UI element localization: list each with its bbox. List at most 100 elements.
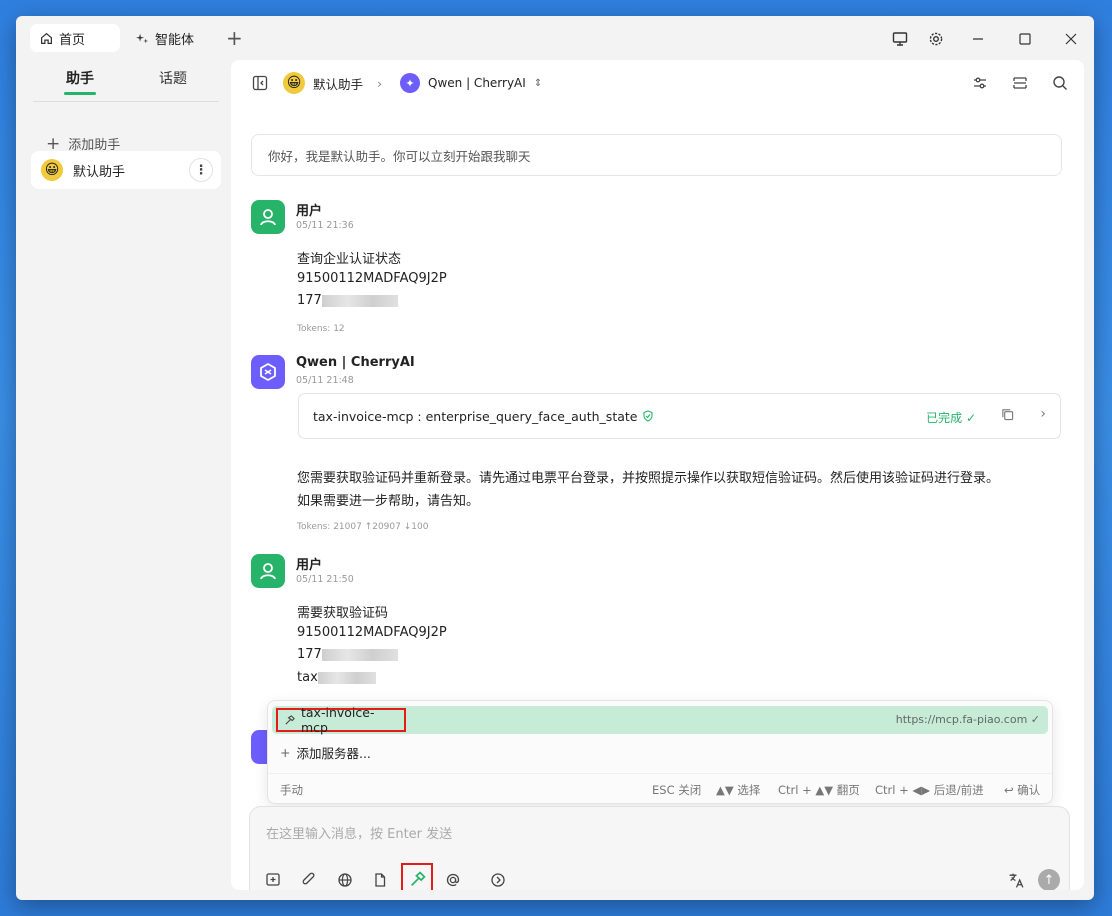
title-bar: 首页 智能体 + — [16, 16, 1094, 60]
add-server-button[interactable]: + 添加服务器... — [280, 743, 371, 762]
file-icon[interactable] — [369, 869, 391, 890]
qwen-logo-icon: ✦ — [400, 73, 421, 93]
user-avatar-icon — [251, 554, 285, 588]
hint-esc: ESC 关闭 — [652, 783, 702, 797]
tab-assistant[interactable]: 助手 — [64, 68, 96, 95]
more-icon[interactable]: ⋮ — [189, 158, 213, 182]
mode-label: 手动 — [280, 783, 303, 797]
redacted-block — [321, 648, 398, 661]
token-count: Tokens: 12 — [297, 324, 345, 334]
forward-circle-icon[interactable] — [487, 869, 509, 890]
mcp-server-popup: tax-invoice-mcp https://mcp.fa-piao.com … — [267, 700, 1053, 804]
chat-topbar: 😀 默认助手 › ✦ Qwen | CherryAI ⇕ — [231, 60, 1084, 106]
hint-confirm: ↩ 确认 — [1004, 783, 1041, 797]
tab-home[interactable]: 首页 — [30, 24, 120, 52]
add-tab-button[interactable]: + — [226, 28, 243, 48]
token-count: Tokens: 21007 ↑20907 ↓100 — [297, 522, 429, 532]
message-time: 05/11 21:48 — [296, 375, 354, 386]
plus-icon: + — [46, 133, 61, 154]
hint-select: ▲▼ 选择 — [716, 783, 761, 797]
qwen-avatar-icon — [251, 355, 285, 389]
message-input-box[interactable]: 在这里输入消息，按 Enter 发送 ↑ — [249, 806, 1070, 890]
breadcrumb: 😀 默认助手 › ✦ Qwen | CherryAI ⇕ — [283, 72, 542, 94]
sidebar-toggle-icon[interactable] — [249, 72, 271, 94]
tab-home-label: 首页 — [59, 32, 86, 48]
paperclip-icon[interactable] — [298, 869, 320, 890]
tool-call-card[interactable]: tax-invoice-mcp : enterprise_query_face_… — [298, 393, 1061, 439]
user-avatar-icon — [251, 200, 285, 234]
message-text: 查询企业认证状态 — [297, 252, 402, 267]
message-text: 需要获取验证码 — [297, 606, 389, 621]
message-time: 05/11 21:50 — [296, 574, 354, 585]
send-arrow-icon[interactable]: ↑ — [1038, 869, 1060, 890]
chevron-updown-icon[interactable]: ⇕ — [534, 78, 542, 89]
add-server-label: 添加服务器... — [296, 746, 371, 761]
translate-icon[interactable] — [1005, 869, 1027, 890]
sidebar-item-default-assistant[interactable]: 😀 默认助手 ⋮ — [31, 151, 221, 189]
check-icon: ✓ — [965, 411, 976, 425]
hint-page: Ctrl + ▲▼ 翻页 — [778, 783, 860, 797]
new-topic-icon[interactable] — [262, 869, 284, 890]
chat-panel: 😀 默认助手 › ✦ Qwen | CherryAI ⇕ 你好，我是默认助手。你… — [231, 60, 1084, 890]
message-text: tax — [297, 670, 376, 685]
message-time: 05/11 21:36 — [296, 220, 354, 231]
home-icon — [40, 32, 53, 45]
minimize-icon[interactable] — [967, 28, 989, 50]
layout-icon[interactable] — [1009, 72, 1031, 94]
tool-status-label: 已完成 — [926, 411, 963, 425]
assistant-name: 默认助手 — [73, 164, 126, 180]
mcp-server-name: tax-invoice-mcp — [301, 705, 375, 735]
message-text: 91500112MADFAQ9J2P — [297, 625, 447, 640]
sliders-icon[interactable] — [969, 72, 991, 94]
sparkle-icon — [136, 32, 149, 45]
tool-status: 已完成 ✓ — [926, 409, 976, 426]
tab-agents-label: 智能体 — [155, 32, 195, 48]
mcp-tools-hammer-icon[interactable] — [401, 863, 433, 890]
redacted-block — [317, 671, 376, 684]
at-mention-icon[interactable] — [442, 869, 464, 890]
tab-topics[interactable]: 话题 — [159, 68, 187, 88]
message-author: 用户 — [296, 558, 323, 573]
mcp-server-url: https://mcp.fa-piao.com ✓ — [896, 713, 1040, 726]
copy-icon[interactable] — [1001, 408, 1014, 421]
shield-check-icon — [642, 410, 654, 422]
assistant-avatar: 😀 — [283, 72, 305, 94]
search-icon[interactable] — [1049, 72, 1071, 94]
hammer-icon — [284, 714, 295, 726]
message-user-1: 用户 05/11 21:36 查询企业认证状态 91500112MADFAQ9J… — [251, 200, 1062, 340]
plus-icon: + — [280, 745, 291, 760]
mcp-server-url-text: https://mcp.fa-piao.com — [895, 713, 1028, 726]
message-text: 您需要获取验证码并重新登录。请先通过电票平台登录，并按照提示操作以获取短信验证码… — [297, 471, 1000, 486]
model-selector[interactable]: Qwen | CherryAI — [428, 76, 526, 90]
popup-footer: 手动 ESC 关闭 ▲▼ 选择 Ctrl + ▲▼ 翻页 Ctrl + ◀▶ 后… — [268, 773, 1052, 803]
hint-back-forward: Ctrl + ◀▶ 后退/前进 — [875, 783, 984, 797]
message-text-visible: 177 — [297, 293, 322, 308]
assistant-intro: 你好，我是默认助手。你可以立刻开始跟我聊天 — [251, 134, 1062, 176]
tool-call-name: tax-invoice-mcp : enterprise_query_face_… — [313, 408, 638, 424]
message-text-visible: tax — [297, 670, 318, 685]
message-text: 177 — [297, 647, 398, 662]
tab-agents[interactable]: 智能体 — [126, 24, 204, 52]
chevron-right-icon[interactable]: › — [1040, 406, 1046, 422]
monitor-icon[interactable] — [889, 28, 911, 50]
message-input-placeholder[interactable]: 在这里输入消息，按 Enter 发送 — [266, 823, 452, 842]
message-text-visible: 177 — [297, 647, 322, 662]
settings-icon[interactable] — [925, 28, 947, 50]
app-window: 首页 智能体 + 助手 话题 + 添加助手 😀 默认助手 ⋮ 😀 默认助手 › … — [16, 16, 1094, 900]
message-user-2: 用户 05/11 21:50 需要获取验证码 91500112MADFAQ9J2… — [251, 554, 1062, 694]
check-icon: ✓ — [1030, 713, 1040, 726]
message-text: 177 — [297, 293, 398, 308]
redacted-block — [321, 294, 398, 307]
globe-icon[interactable] — [334, 869, 356, 890]
message-author: 用户 — [296, 204, 323, 219]
mcp-server-item[interactable]: tax-invoice-mcp https://mcp.fa-piao.com … — [272, 705, 1048, 735]
maximize-icon[interactable] — [1014, 28, 1036, 50]
message-ai-1: Qwen | CherryAI 05/11 21:48 tax-invoice-… — [251, 355, 1062, 535]
sidebar-tabs: 助手 话题 — [33, 66, 219, 102]
breadcrumb-assistant[interactable]: 默认助手 — [313, 74, 363, 93]
mcp-server-name-highlight[interactable]: tax-invoice-mcp — [276, 705, 406, 735]
chevron-right-icon: › — [377, 75, 383, 91]
close-icon[interactable] — [1060, 28, 1082, 50]
message-author: Qwen | CherryAI — [296, 355, 415, 370]
sidebar: 助手 话题 + 添加助手 😀 默认助手 ⋮ — [16, 60, 231, 900]
